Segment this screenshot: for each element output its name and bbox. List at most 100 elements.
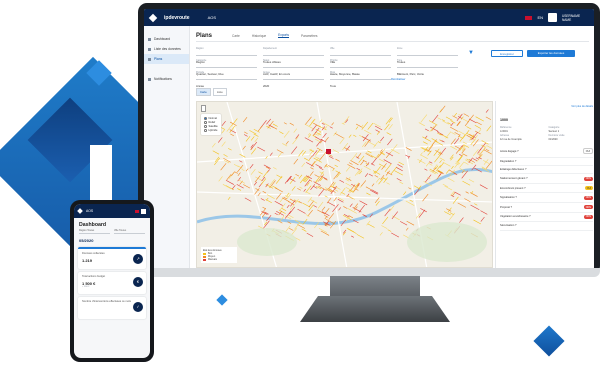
mobile-phone: AOS Dashboard Région Toutes Ville Toutes… — [70, 200, 154, 362]
filter-field[interactable]: Priorité Haute, Moyenne, Basse — [330, 59, 391, 76]
filter-field[interactable]: Période Année — [196, 71, 257, 88]
street-segment — [221, 121, 226, 126]
avatar[interactable] — [548, 13, 557, 22]
funnel-icon[interactable]: ▼ — [468, 50, 474, 56]
street-segment — [450, 191, 455, 196]
filter-field[interactable]: Catégorie Quartier, Secteur, Rue — [196, 59, 257, 76]
street-segment — [242, 145, 246, 150]
street-segment — [250, 136, 255, 141]
street-segment — [262, 190, 267, 194]
street-segment — [309, 171, 314, 176]
region-select[interactable]: Région Toutes — [79, 229, 110, 234]
save-button[interactable]: Enregistrer — [491, 50, 523, 57]
city-select[interactable]: Ville Toutes — [114, 229, 145, 234]
street-segment — [424, 128, 429, 132]
street-segment — [233, 163, 239, 167]
street-segment — [283, 122, 287, 125]
layer-option[interactable]: Normal — [204, 117, 218, 120]
layer-option[interactable]: Hybride — [204, 129, 218, 132]
street-segment — [304, 157, 310, 162]
sidebar-item-data-list[interactable]: Liste des données — [144, 44, 189, 54]
city-map[interactable]: Normal Relief Satellite Hybride Etat des… — [196, 101, 493, 268]
legend-label: Mauvais — [208, 258, 217, 261]
view-map-button[interactable]: Carte — [196, 88, 211, 96]
street-segment — [341, 122, 345, 125]
kpi-card[interactable]: Données collectées 1.219 ↗ — [78, 247, 146, 269]
user-name[interactable]: USERNAME NAME — [562, 14, 588, 22]
street-segment — [212, 150, 220, 155]
street-segment — [367, 223, 375, 228]
export-button[interactable]: Exporter les données — [527, 50, 575, 57]
sidebar-item-dashboard[interactable]: Dashboard — [144, 34, 189, 44]
street-segment — [478, 129, 482, 133]
street-segment — [306, 232, 314, 237]
filter-field[interactable]: Ville Ville — [330, 47, 391, 64]
page-title: Plans — [196, 32, 213, 39]
tab-history[interactable]: Historique — [252, 34, 266, 38]
street-segment — [429, 161, 433, 164]
sidebar-item-notifications[interactable]: Notifications — [144, 74, 189, 84]
street-segment — [439, 105, 446, 113]
decor-diamond-corner — [533, 325, 565, 357]
street-segment — [228, 148, 232, 151]
filter-field[interactable]: Département Toutes ciblées — [263, 47, 324, 64]
language-label[interactable]: EN — [537, 15, 543, 20]
layer-option[interactable]: Relief — [204, 121, 218, 124]
street-segment — [368, 173, 373, 177]
kpi-card[interactable]: Total actions budget 1 500 € + 250 € € — [78, 272, 146, 294]
street-segment — [318, 188, 325, 197]
street-segment — [299, 186, 303, 189]
street-segment — [301, 162, 306, 168]
answer-badge: NON — [583, 205, 593, 210]
street-segment — [244, 197, 252, 202]
filter-field[interactable]: Mois Tous — [330, 71, 391, 88]
street-segment — [311, 119, 315, 124]
language-flag-icon[interactable] — [525, 15, 533, 20]
street-segment — [396, 178, 402, 182]
reset-link[interactable]: Réinitialiser — [391, 77, 405, 81]
street-segment — [400, 221, 408, 226]
question-label: Propreté ? — [500, 205, 513, 209]
filter-field[interactable]: Région Région — [196, 47, 257, 64]
street-segment — [245, 136, 251, 142]
street-segment — [457, 202, 467, 208]
street-segment — [304, 137, 314, 143]
map-canvas — [197, 102, 492, 267]
filter-field[interactable]: Année 2020 — [263, 71, 324, 88]
street-segment — [394, 170, 403, 176]
street-segment — [324, 216, 328, 220]
sidebar-item-label: Liste des données — [154, 47, 181, 51]
avatar[interactable] — [141, 208, 146, 214]
street-segment — [485, 160, 492, 169]
kpi-card[interactable]: Nombre d'interventions effectuées ce moi… — [78, 297, 146, 319]
filter-field[interactable]: Type Bâtiment, Parc, Voirie — [397, 59, 458, 76]
street-segment — [293, 158, 299, 165]
street-segment — [266, 125, 271, 129]
street-segment — [260, 198, 265, 201]
view-list-button[interactable]: Liste — [212, 88, 227, 96]
answer-badge: OUI — [582, 148, 593, 155]
zoom-control[interactable] — [201, 105, 206, 112]
layer-option[interactable]: Satellite — [204, 125, 218, 128]
tab-settings[interactable]: Paramètres — [301, 34, 317, 38]
language-flag-icon[interactable] — [135, 209, 139, 213]
street-segment — [281, 208, 287, 211]
layer-label: Hybride — [208, 129, 218, 132]
sidebar-item-plans[interactable]: Plans — [144, 54, 189, 64]
tab-exports[interactable]: Exports — [278, 33, 289, 38]
street-segment — [463, 161, 469, 165]
filter-field[interactable]: Zone Toutes — [397, 47, 458, 64]
street-segment — [479, 146, 487, 155]
street-segment — [276, 149, 284, 154]
street-segment — [391, 211, 399, 220]
street-segment — [356, 167, 361, 171]
street-segment — [456, 120, 461, 126]
details-link[interactable]: Voir plus de détails — [500, 105, 593, 108]
filter-label: Statut — [263, 59, 270, 62]
street-segment — [466, 158, 470, 161]
filter-field[interactable]: Statut Actif, Inactif, En cours — [263, 59, 324, 76]
street-segment — [351, 235, 355, 238]
street-segment — [390, 166, 397, 175]
radio-icon — [204, 129, 207, 132]
tab-map[interactable]: Carte — [232, 34, 240, 38]
